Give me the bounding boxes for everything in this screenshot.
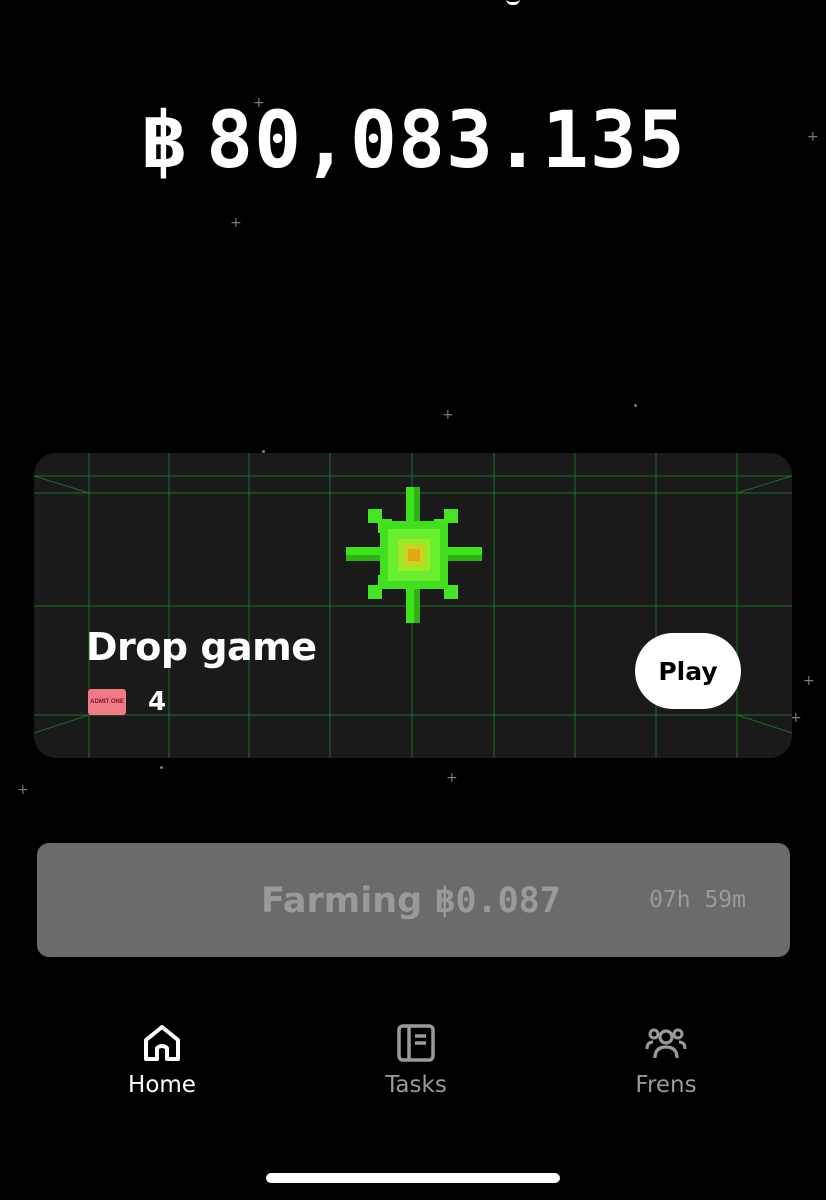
ticket-count: 4: [148, 687, 167, 717]
star-decoration: +: [803, 673, 815, 689]
bottom-navigation: Home Tasks Frens: [0, 1022, 826, 1112]
farming-coin-symbol: ฿: [434, 881, 456, 921]
nav-label-tasks: Tasks: [385, 1072, 447, 1098]
star-decoration: +: [17, 782, 29, 798]
drop-game-card: Drop game ADMIT ONE 4 Play: [34, 453, 792, 758]
status-fragment: [506, 0, 520, 5]
farming-amount: 0.087: [455, 881, 561, 921]
ticket-icon-text: ADMIT ONE: [90, 698, 124, 705]
nav-item-home[interactable]: Home: [92, 1022, 232, 1098]
play-button[interactable]: Play: [635, 633, 741, 709]
game-title: Drop game: [86, 625, 317, 669]
star-decoration: +: [442, 407, 454, 423]
frens-icon: [645, 1028, 687, 1059]
ticket-counter: ADMIT ONE 4: [88, 687, 166, 717]
farming-timer: 07h 59m: [649, 887, 746, 913]
nav-item-tasks[interactable]: Tasks: [346, 1022, 486, 1098]
ticket-icon: ADMIT ONE: [88, 689, 126, 715]
coin-symbol: ฿: [140, 96, 189, 186]
star-decoration: +: [230, 215, 242, 231]
star-decoration: [634, 404, 637, 407]
home-indicator[interactable]: [266, 1173, 560, 1183]
balance-amount: 80,083.135: [206, 96, 686, 186]
nav-label-frens: Frens: [635, 1072, 697, 1098]
nav-label-home: Home: [128, 1072, 196, 1098]
farming-label: Farming ฿0.087: [261, 881, 561, 921]
farming-button[interactable]: Farming ฿0.087 07h 59m: [37, 843, 790, 957]
farming-text: Farming: [261, 881, 423, 921]
nav-item-frens[interactable]: Frens: [596, 1022, 736, 1098]
home-icon: [144, 1025, 180, 1061]
star-decoration: +: [446, 770, 458, 786]
balance-display: ฿ 80,083.135: [0, 96, 826, 186]
tasks-icon: [397, 1024, 435, 1062]
star-decoration: [160, 766, 163, 769]
flower-icon: [346, 487, 482, 623]
